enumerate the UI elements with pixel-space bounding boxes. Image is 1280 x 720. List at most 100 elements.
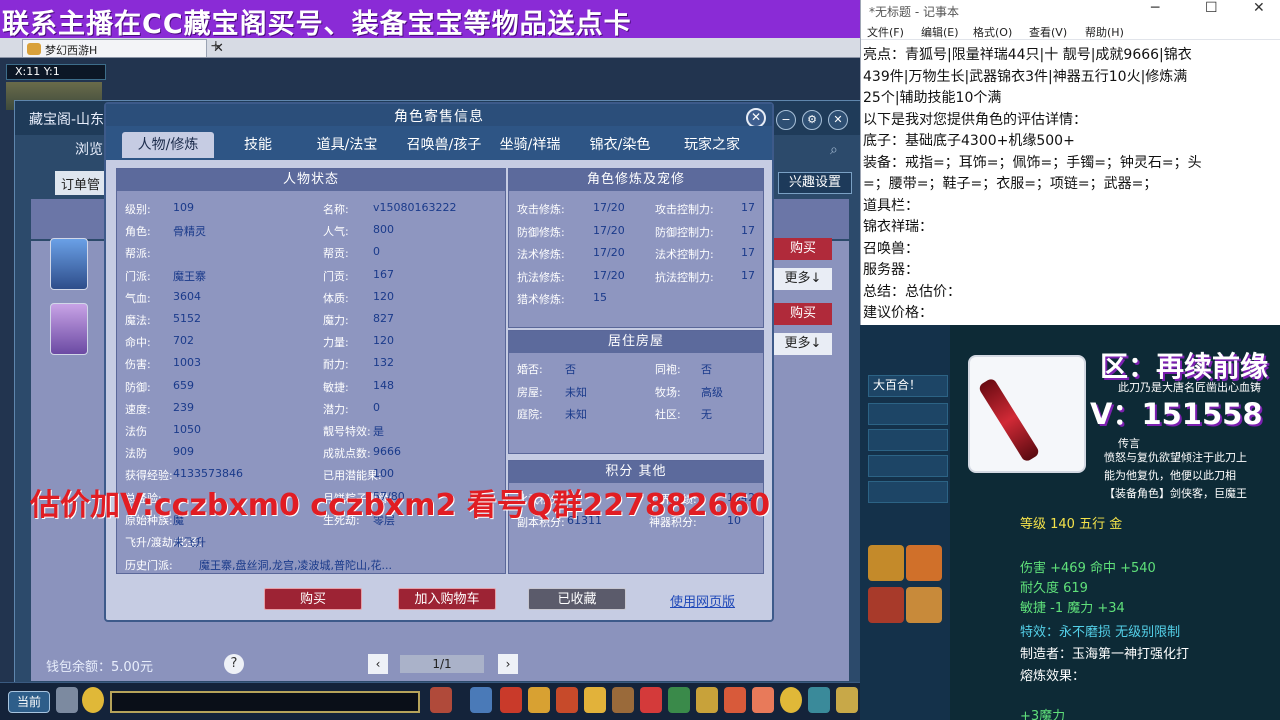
item-icon[interactable]: [500, 687, 522, 713]
interest-settings-button[interactable]: 兴趣设置: [778, 172, 852, 194]
chat-input[interactable]: [110, 691, 420, 713]
field-label: 魔法:: [125, 314, 151, 327]
more-button[interactable]: 更多↓: [774, 268, 832, 290]
tab-skills[interactable]: 技能: [228, 132, 288, 158]
field-label: 房屋:: [517, 385, 543, 399]
close-window-icon[interactable]: ✕: [828, 110, 848, 130]
item-icon[interactable]: [696, 687, 718, 713]
stream-row: [868, 403, 948, 425]
tab-home[interactable]: 玩家之家: [676, 132, 748, 158]
next-page-icon[interactable]: ›: [498, 654, 518, 674]
tab-mounts[interactable]: 坐骑/祥瑞: [494, 132, 566, 158]
emoji-icon[interactable]: [82, 687, 104, 713]
field-label: 体质:: [323, 291, 349, 305]
skill-icon[interactable]: [868, 587, 904, 623]
more-button[interactable]: 更多↓: [774, 333, 832, 355]
field-label: 攻击控制力:: [655, 203, 714, 216]
character-avatar[interactable]: [50, 238, 88, 290]
maximize-icon[interactable]: ☐: [1205, 0, 1218, 16]
map-coords: X:11 Y:1: [6, 64, 106, 80]
skill-icon[interactable]: [906, 587, 942, 623]
field-label: 法术修炼:: [517, 248, 565, 261]
help-icon[interactable]: ?: [224, 654, 244, 674]
field-value: 高级: [701, 385, 723, 399]
buy-character-button[interactable]: 购买: [264, 588, 362, 610]
mic-icon[interactable]: [56, 687, 78, 713]
character-avatar[interactable]: [50, 303, 88, 355]
minimize-icon[interactable]: ─: [1151, 0, 1159, 16]
field-label: 牧场:: [655, 385, 681, 399]
item-description: 愤怒与复仇欲望倾注于此刀上: [1104, 451, 1247, 464]
notepad-line: 装备：戒指=；耳饰=；佩饰=；手镯=；钟灵石=；头: [863, 154, 1202, 171]
menu-edit[interactable]: 编辑(E): [921, 24, 959, 40]
item-icon[interactable]: [528, 687, 550, 713]
new-tab-icon[interactable]: +: [210, 38, 222, 54]
item-icon[interactable]: [836, 687, 858, 713]
close-icon[interactable]: ✕: [1253, 0, 1265, 16]
tab-pets[interactable]: 召唤兽/孩子: [396, 132, 492, 158]
field-value: 167: [373, 267, 394, 281]
item-icon[interactable]: [808, 687, 830, 713]
item-icon[interactable]: [640, 687, 662, 713]
minimize-icon[interactable]: −: [776, 110, 796, 130]
weapon-image: [968, 355, 1086, 473]
game-tab[interactable]: 梦幻西游H ✕: [22, 39, 224, 57]
field-label: 级别:: [125, 203, 151, 216]
field-label: 防御:: [125, 380, 151, 394]
field-label: 攻击修炼:: [517, 203, 565, 216]
stream-panel: 大百合！ 区：再续前缘 V：151558 此刀乃是大唐名匠凿出心血铸 传言 愤怒…: [860, 325, 1280, 720]
field-value: 17/20: [593, 246, 625, 259]
add-to-cart-button[interactable]: 加入购物车: [398, 588, 496, 610]
field-value: 17: [741, 223, 755, 237]
item-icon[interactable]: [780, 687, 802, 713]
menu-view[interactable]: 查看(V): [1029, 24, 1067, 40]
field-label: 庭院:: [517, 408, 543, 421]
game-bottom-bar: 当前: [0, 682, 870, 720]
history-value: 魔王寨,盘丝洞,龙宫,凌波城,普陀山,花...: [199, 559, 392, 572]
field-label: 人气:: [323, 225, 349, 239]
menu-file[interactable]: 文件(F): [867, 24, 904, 40]
field-label: 猎术修炼:: [517, 293, 565, 306]
search-icon[interactable]: ⌕: [830, 142, 838, 158]
contact-overlay-text: 估价加V:cczbxm0 cczbxm2 看号Q群227882660: [30, 488, 771, 523]
menu-help[interactable]: 帮助(H): [1085, 24, 1124, 40]
wallet-balance: 钱包余额：5.00元: [46, 660, 153, 675]
tab-character[interactable]: 人物/修炼: [122, 132, 214, 158]
buy-button[interactable]: 购买: [774, 238, 832, 260]
web-version-link[interactable]: 使用网页版: [670, 591, 735, 610]
sword-icon[interactable]: [470, 687, 492, 713]
stream-message: 大百合！: [868, 375, 948, 397]
field-value: 800: [373, 223, 394, 237]
field-value: 120: [373, 334, 394, 348]
field-value: 17: [741, 201, 755, 214]
pet-icon[interactable]: [430, 687, 452, 713]
field-value: 否: [565, 363, 576, 376]
prev-page-icon[interactable]: ‹: [368, 654, 388, 674]
field-label: 同袍:: [655, 363, 681, 376]
item-icon[interactable]: [724, 687, 746, 713]
tab-items[interactable]: 道具/法宝: [304, 132, 390, 158]
field-label: 帮派:: [125, 247, 151, 261]
item-icon[interactable]: [752, 687, 774, 713]
field-label: 抗法修炼:: [517, 270, 565, 284]
notepad-line: 锦衣祥瑞：: [863, 219, 933, 235]
promo-banner: 联系主播在CC藏宝阁买号、装备宝宝等物品送点卡: [0, 0, 860, 40]
item-icon[interactable]: [612, 687, 634, 713]
item-icon[interactable]: [668, 687, 690, 713]
buy-button[interactable]: 购买: [774, 303, 832, 325]
skill-icon[interactable]: [906, 545, 942, 581]
favorited-button[interactable]: 已收藏: [528, 588, 626, 610]
skill-icon[interactable]: [868, 545, 904, 581]
menu-format[interactable]: 格式(O): [973, 24, 1012, 40]
market-browse-label[interactable]: 浏览: [75, 139, 103, 159]
item-icon[interactable]: [556, 687, 578, 713]
settings-icon[interactable]: ⚙: [802, 110, 822, 130]
notepad-line: 道具栏：: [863, 197, 919, 214]
item-icon[interactable]: [584, 687, 606, 713]
field-value: 659: [173, 378, 194, 392]
current-channel-button[interactable]: 当前: [8, 691, 50, 713]
field-label: 靓号特效:: [323, 425, 371, 438]
field-value: 1003: [173, 356, 201, 370]
tab-outfits[interactable]: 锦衣/染色: [584, 132, 656, 158]
close-icon[interactable]: ✕: [746, 108, 766, 128]
